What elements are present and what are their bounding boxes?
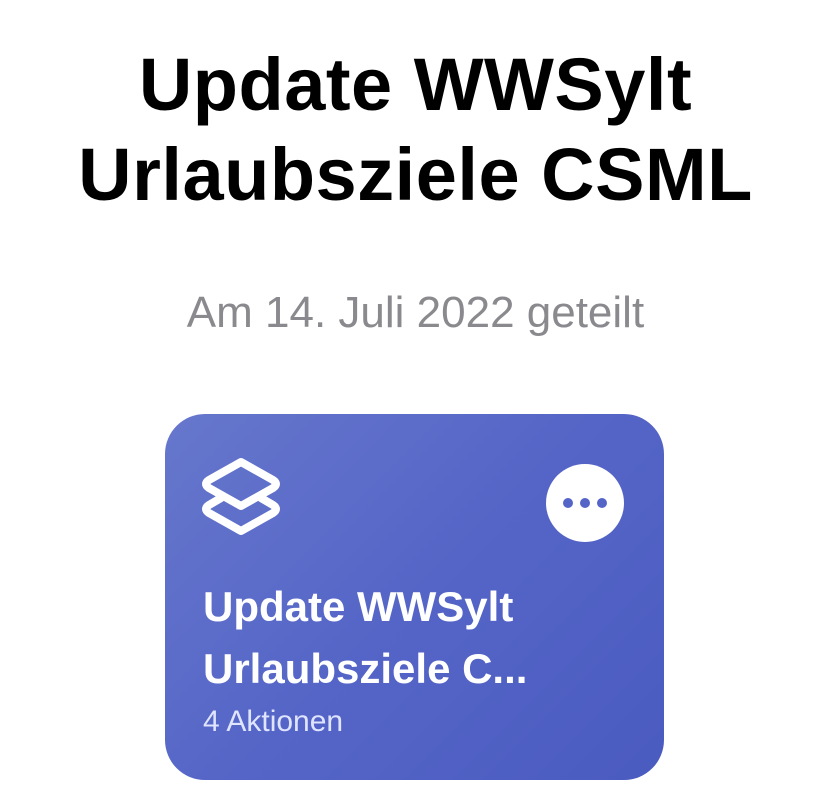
more-options-button[interactable] <box>546 464 624 542</box>
shared-date-label: Am 14. Juli 2022 geteilt <box>186 288 645 337</box>
page-title-line-1: Update WWSylt <box>138 43 693 126</box>
shortcut-card-title-line-2: Urlaubsziele C... <box>203 645 528 692</box>
page-title: Update WWSylt Urlaubsziele CSML <box>0 40 831 220</box>
shortcut-card-title: Update WWSylt Urlaubsziele C... <box>203 576 633 700</box>
ellipsis-icon <box>563 498 607 508</box>
shortcut-card-title-line-1: Update WWSylt <box>203 583 514 630</box>
page-title-line-2: Urlaubsziele CSML <box>78 133 753 216</box>
action-count-label: 4 Aktionen <box>203 705 344 738</box>
shortcut-card[interactable]: Update WWSylt Urlaubsziele C... 4 Aktion… <box>165 414 664 780</box>
shortcuts-layers-icon <box>202 458 280 535</box>
